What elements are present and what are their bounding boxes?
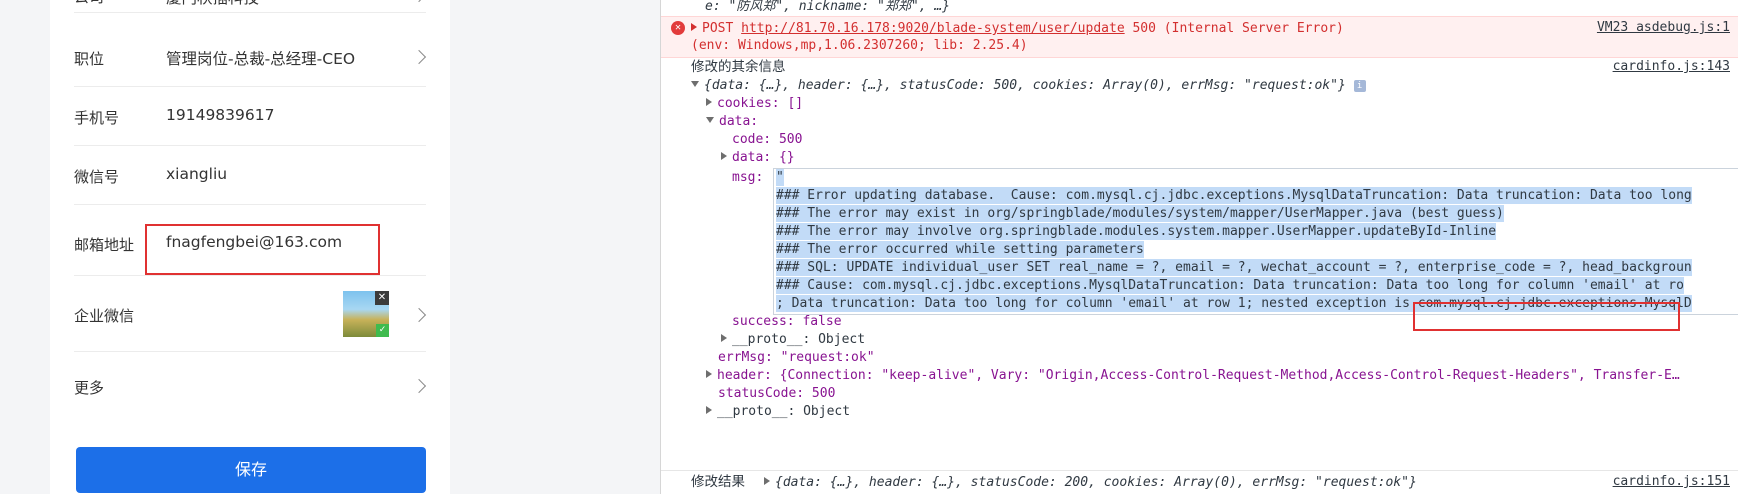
msg-line: ### Cause: com.mysql.cj.jdbc.exceptions.… — [776, 277, 1684, 294]
company-value: 厦门秋插科技 — [166, 0, 259, 8]
msg-line: ### SQL: UPDATE individual_user SET real… — [776, 259, 1692, 276]
msg-line: ### The error occurred while setting par… — [776, 241, 1144, 258]
phone-label: 手机号 — [74, 109, 120, 127]
phone-value[interactable]: 19149839617 — [166, 106, 274, 124]
position-label: 职位 — [74, 50, 105, 68]
data-inner-text: data: {} — [732, 150, 795, 165]
chevron-right-icon — [411, 0, 427, 3]
proto-row[interactable]: __proto__: Object — [706, 403, 850, 420]
log2-source-link[interactable]: cardinfo.js:151 — [1613, 474, 1730, 489]
devtools-console: e: "防风郑", nickname: "郑郑", …} ✕ POST http… — [661, 0, 1738, 494]
log1-summary-row[interactable]: {data: {…}, header: {…}, statusCode: 500… — [691, 77, 1366, 94]
save-button[interactable]: 保存 — [76, 447, 426, 493]
msg-line: ### The error may exist in org/springbla… — [776, 205, 1504, 222]
code-line: code: 500 — [732, 132, 803, 147]
proto-text: __proto__: Object — [717, 404, 851, 419]
msg-key: msg: — [732, 170, 764, 185]
form-row-position[interactable]: 职位 管理岗位-总裁-总经理-CEO — [74, 28, 427, 87]
error-message: ✕ POST http://81.70.16.178:9020/blade-sy… — [661, 16, 1738, 58]
cookies-text: cookies: [] — [717, 96, 804, 111]
msg-line: ### Error updating database. Cause: com.… — [776, 187, 1692, 204]
wechat-label: 微信号 — [74, 168, 120, 186]
data-row[interactable]: data: — [706, 113, 758, 130]
close-icon[interactable]: ✕ — [375, 291, 389, 305]
collapse-triangle-icon[interactable] — [706, 117, 714, 123]
form-row-phone[interactable]: 手机号 19149839617 — [74, 87, 426, 146]
log2-summary-row[interactable]: {data: {…}, header: {…}, statusCode: 200… — [764, 474, 1417, 491]
log2-summary: {data: {…}, header: {…}, statusCode: 200… — [775, 475, 1417, 490]
company-label: 公司 — [74, 0, 104, 7]
check-icon: ✓ — [376, 324, 389, 337]
errmsg-line: errMsg: "request:ok" — [718, 350, 875, 365]
expand-triangle-icon[interactable] — [721, 152, 727, 160]
error-status: 500 (Internal Server Error) — [1132, 21, 1344, 36]
expand-triangle-icon[interactable] — [706, 370, 712, 378]
cookies-row[interactable]: cookies: [] — [706, 95, 803, 112]
form-row-more[interactable]: 更多 — [74, 352, 427, 410]
wecom-qr-image[interactable]: ✕ ✓ — [343, 291, 389, 337]
expand-triangle-icon[interactable] — [691, 23, 697, 31]
form-row-wechat[interactable]: 微信号 xiangliu — [74, 146, 426, 205]
console-line-truncated: e: "防风郑", nickname: "郑郑", …} — [705, 0, 951, 14]
log2-label: 修改结果 — [691, 474, 745, 490]
chevron-right-icon — [411, 307, 427, 323]
log1-source-link[interactable]: cardinfo.js:143 — [1613, 59, 1730, 74]
wechat-value[interactable]: xiangliu — [166, 165, 227, 183]
msg-line: ### The error may involve org.springblad… — [776, 223, 1497, 240]
data-key: data: — [719, 114, 759, 129]
expand-triangle-icon[interactable] — [721, 334, 727, 342]
wecom-label: 企业微信 — [74, 307, 135, 325]
proto-row[interactable]: __proto__: Object — [721, 331, 865, 348]
log1-label: 修改的其余信息 — [691, 59, 786, 75]
header-row[interactable]: header: {Connection: "keep-alive", Vary:… — [706, 367, 1680, 384]
form-row-company[interactable]: 公司 厦门秋插科技 — [74, 0, 427, 13]
data-inner-row[interactable]: data: {} — [721, 149, 795, 166]
error-method: POST — [702, 21, 734, 36]
expand-triangle-icon[interactable] — [706, 406, 712, 414]
collapse-triangle-icon[interactable] — [691, 81, 699, 87]
info-icon[interactable]: i — [1353, 80, 1366, 92]
chevron-right-icon — [411, 378, 427, 394]
email-highlight-box — [145, 224, 380, 275]
error-url[interactable]: http://81.70.16.178:9020/blade-system/us… — [741, 21, 1125, 36]
log2-row: 修改结果 {data: {…}, header: {…}, statusCode… — [661, 470, 1738, 495]
msg-string-block[interactable]: " ### Error updating database. Cause: co… — [773, 168, 1738, 315]
expand-triangle-icon[interactable] — [706, 98, 712, 106]
error-source-link[interactable]: VM23 asdebug.js:1 — [1597, 20, 1730, 35]
success-line: success: false — [732, 314, 842, 329]
statuscode-line: statusCode: 500 — [718, 386, 836, 401]
proto-text: __proto__: Object — [732, 332, 866, 347]
email-label: 邮箱地址 — [74, 236, 135, 254]
expand-triangle-icon[interactable] — [764, 477, 770, 485]
position-value: 管理岗位-总裁-总经理-CEO — [166, 50, 356, 68]
chevron-right-icon — [411, 49, 427, 65]
error-icon: ✕ — [671, 21, 685, 35]
more-label: 更多 — [74, 379, 105, 397]
log1-summary: {data: {…}, header: {…}, statusCode: 500… — [704, 78, 1346, 93]
header-text: header: {Connection: "keep-alive", Vary:… — [717, 368, 1680, 383]
error-env: (env: Windows,mp,1.06.2307260; lib: 2.25… — [691, 38, 1028, 53]
error-line: POST http://81.70.16.178:9020/blade-syst… — [691, 20, 1344, 37]
msg-quote: " — [776, 169, 784, 186]
truncation-highlight-box — [1413, 302, 1680, 331]
